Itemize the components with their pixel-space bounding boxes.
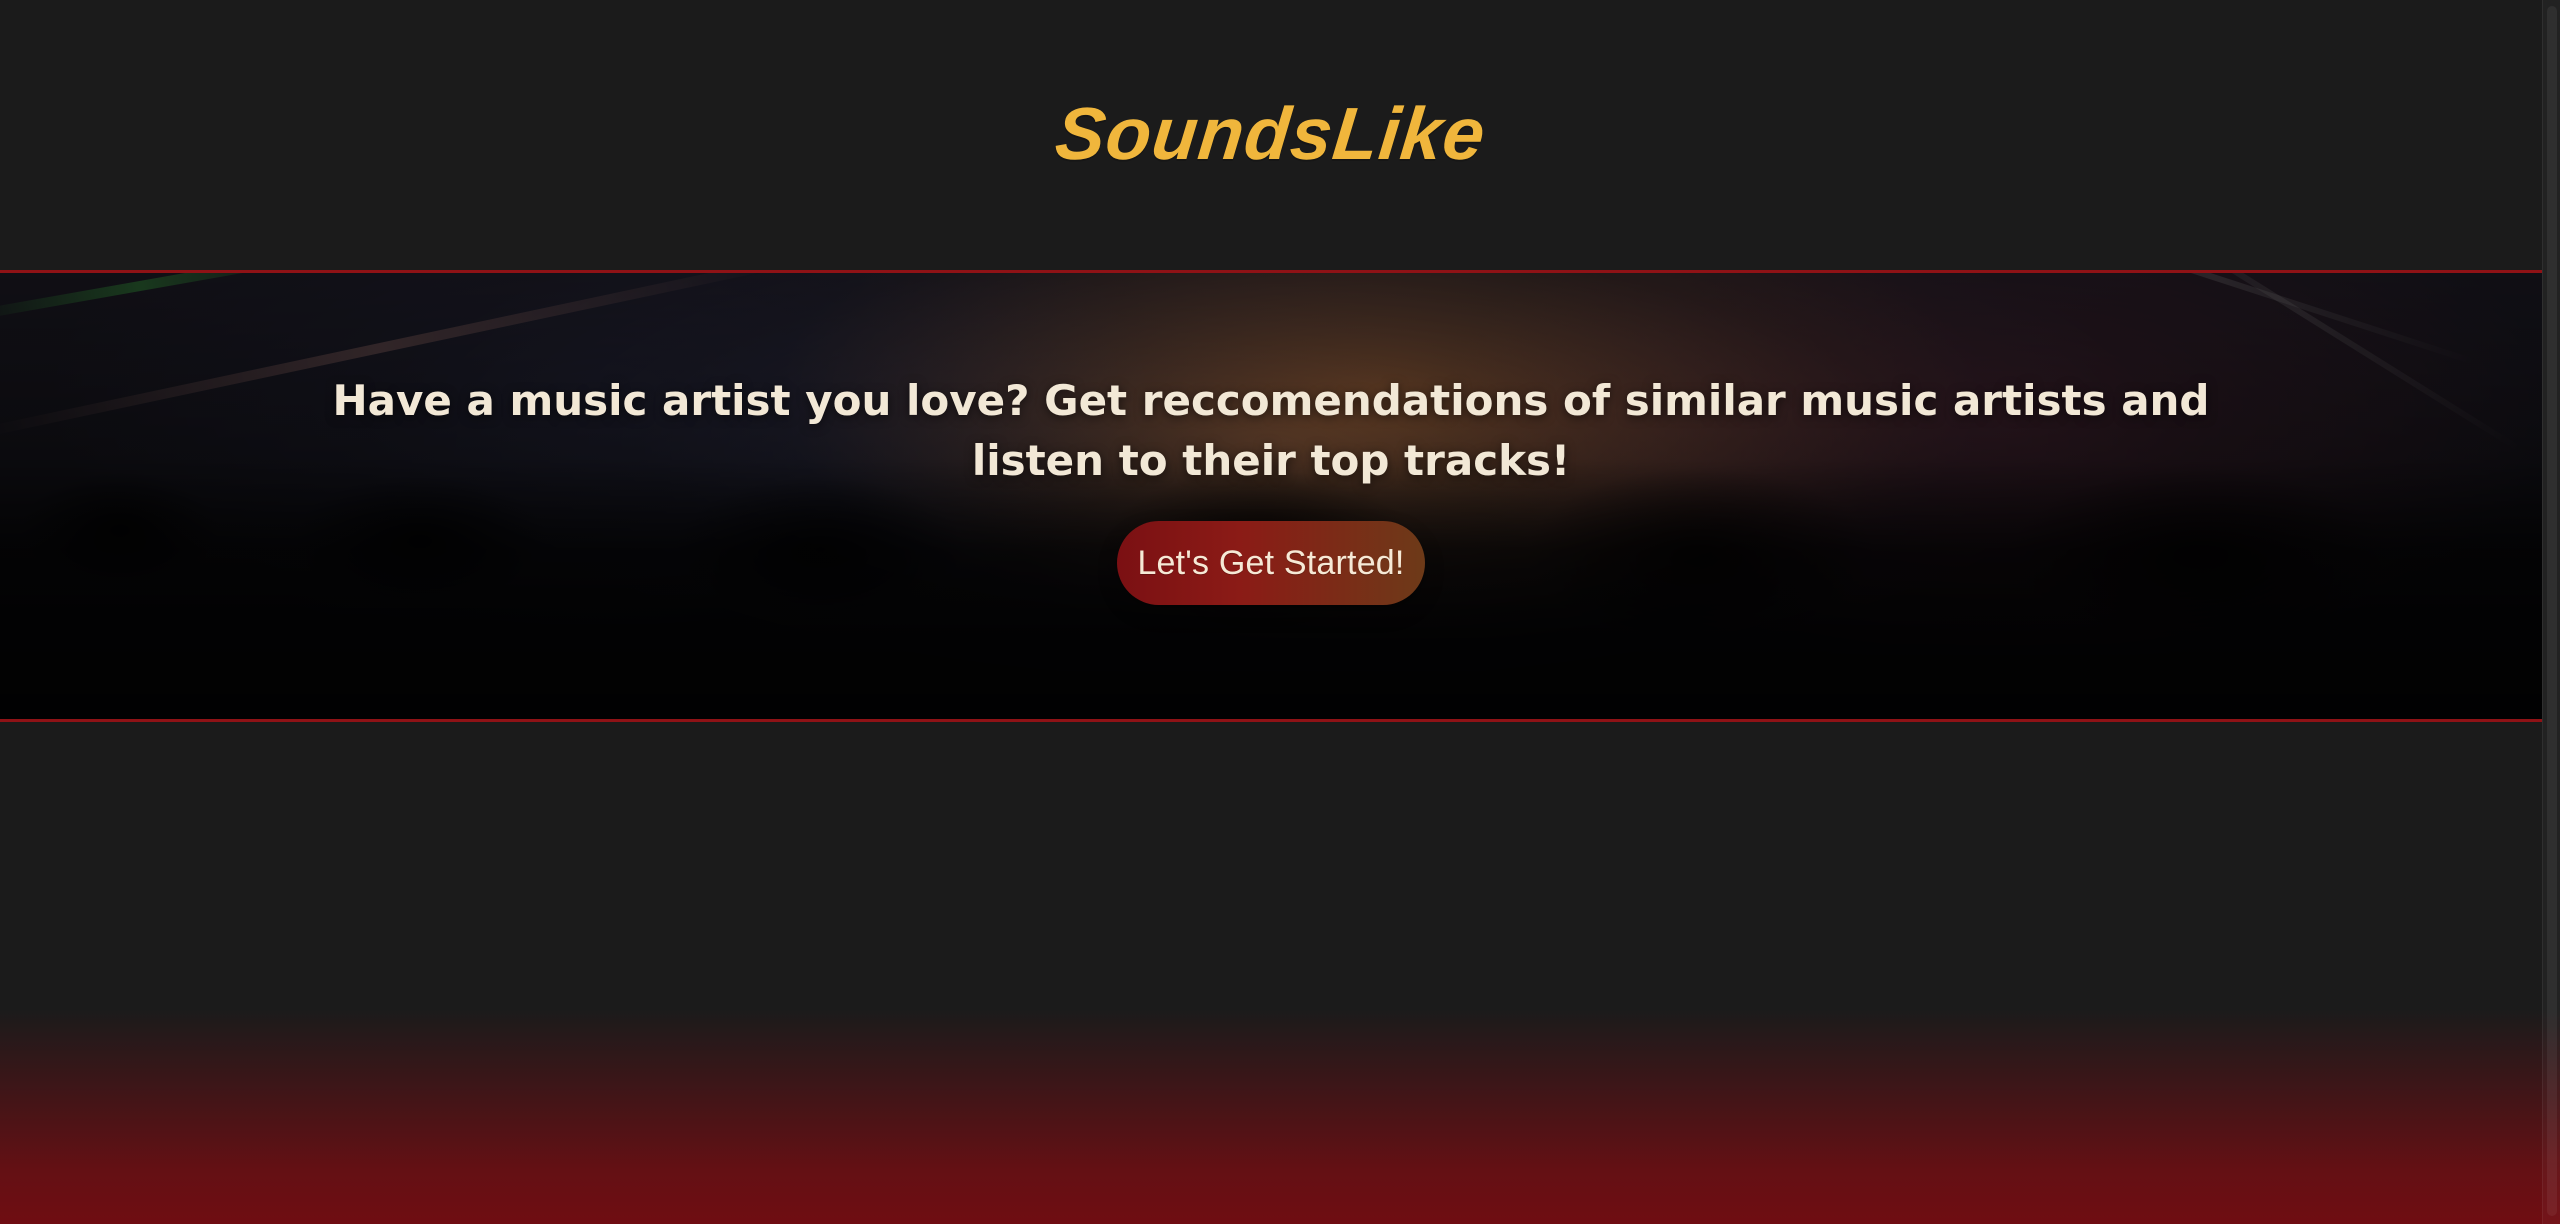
get-started-label: Let's Get Started! [1137,543,1405,582]
hero-content: Have a music artist you love? Get reccom… [0,273,2542,719]
page: SoundsLike Have a music artist you love?… [0,0,2560,1224]
scrollbar-thumb[interactable] [2547,6,2557,1216]
hero-tagline: Have a music artist you love? Get reccom… [332,376,2210,485]
site-logo[interactable]: SoundsLike [1052,91,1490,176]
hero-banner: Have a music artist you love? Get reccom… [0,270,2542,722]
site-header: SoundsLike [0,0,2542,270]
get-started-button[interactable]: Let's Get Started! [1117,521,1425,605]
vertical-scrollbar[interactable] [2542,0,2560,1224]
